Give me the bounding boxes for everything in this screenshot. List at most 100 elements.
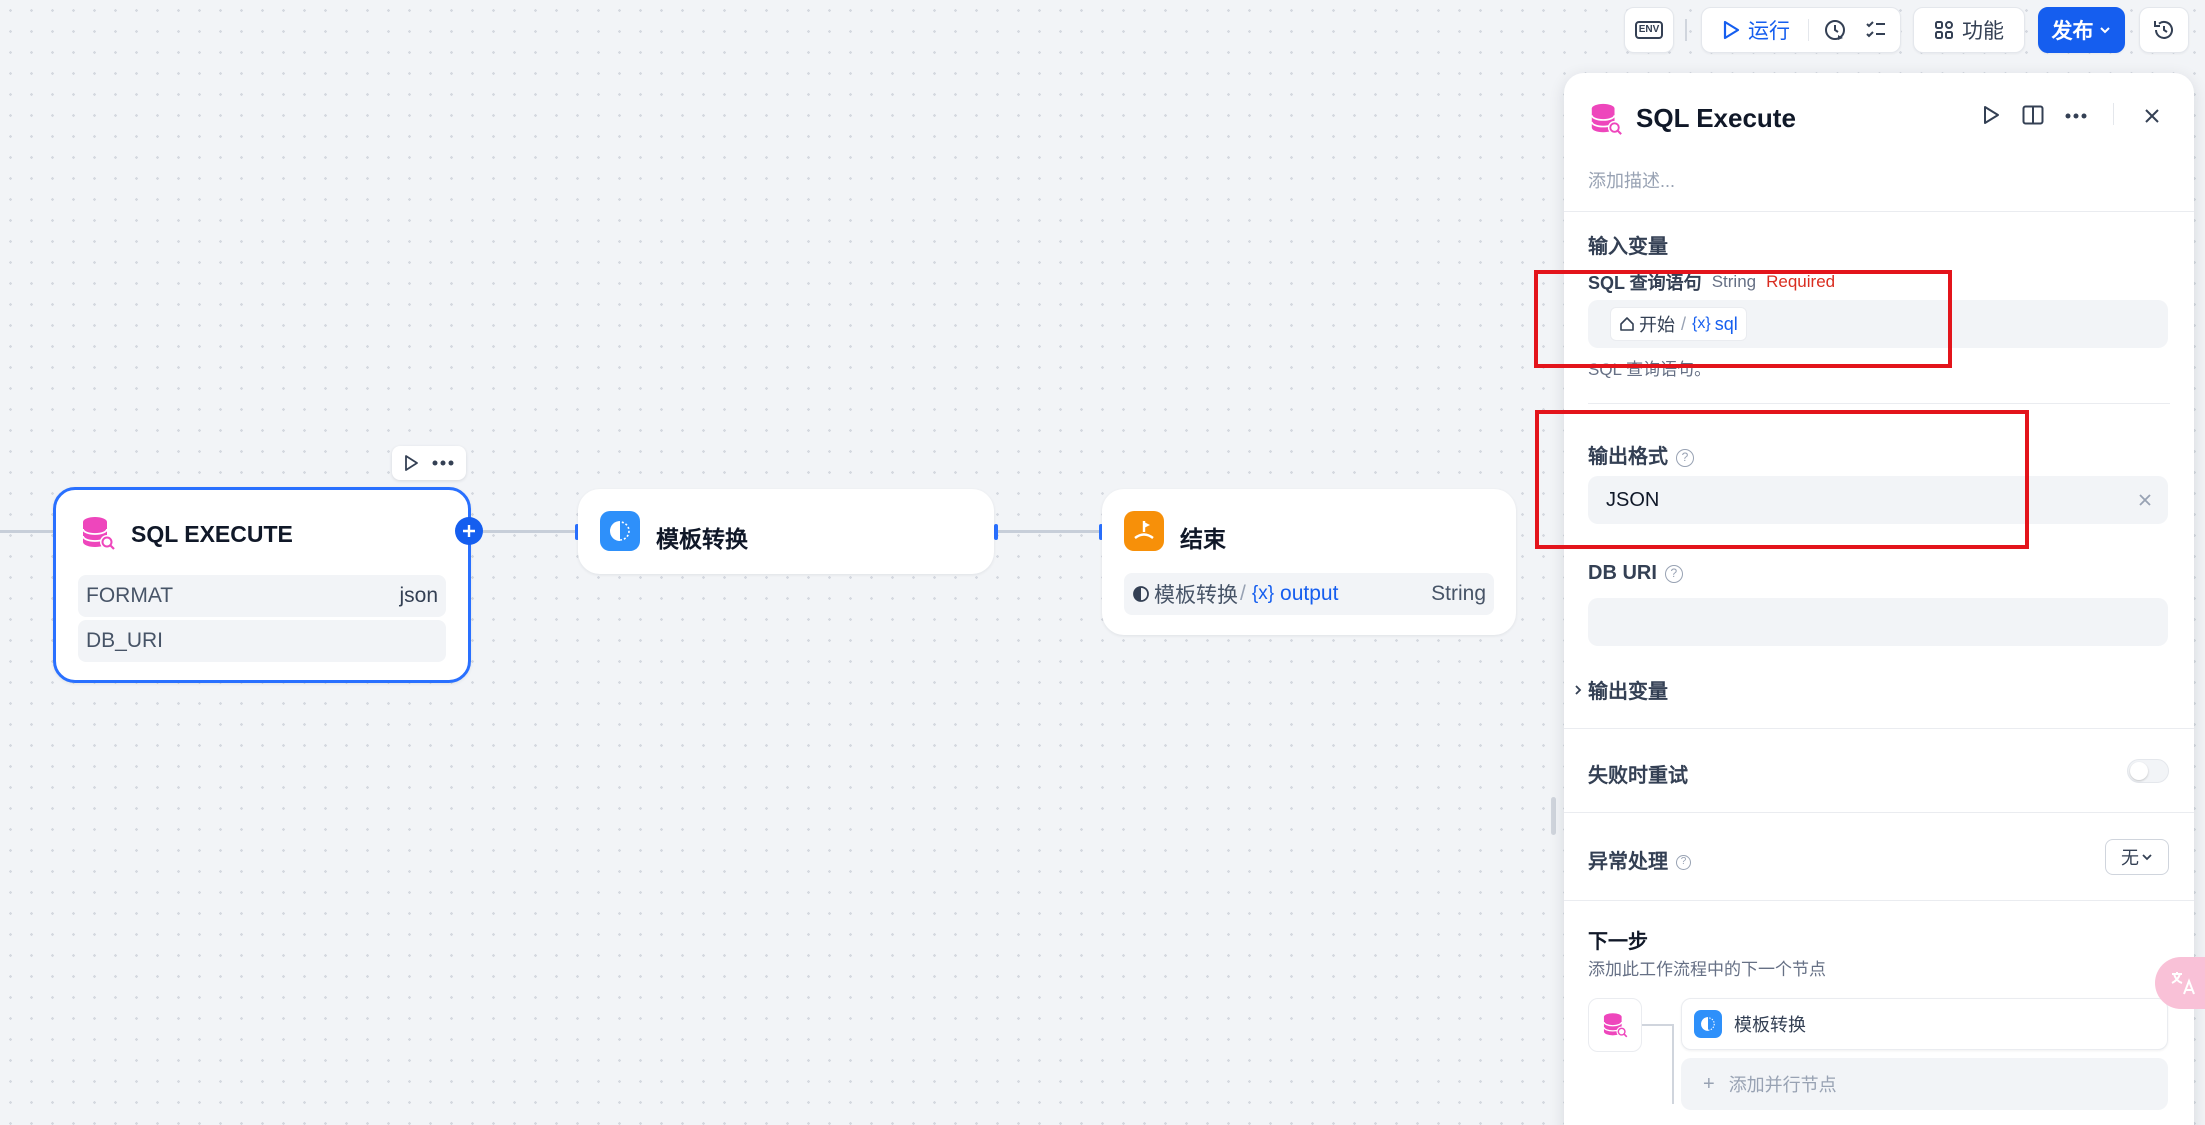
sql-variable-chip[interactable]: 开始 / {x} sql: [1610, 307, 1747, 341]
next-step-label: 下一步: [1588, 931, 1648, 953]
apps-icon: [1935, 21, 1953, 39]
incoming-edge: [0, 530, 54, 533]
error-handling-text: 异常处理: [1588, 851, 1668, 873]
help-book-icon[interactable]: [2022, 105, 2044, 125]
divider-5: [1564, 812, 2194, 813]
chip-variable-icon: {x}: [1692, 315, 1711, 332]
output-format-value: JSON: [1606, 488, 1660, 511]
end-var-sep: /: [1240, 582, 1246, 605]
output-format-select[interactable]: JSON: [1588, 476, 2168, 524]
checklist-icon[interactable]: [1865, 19, 1887, 41]
end-output-variable-row: 模板转换 / {x} output String: [1124, 573, 1494, 615]
db-uri-text: DB URI: [1588, 562, 1657, 584]
more-icon[interactable]: [432, 460, 454, 466]
sql-param-header: SQL 查询语句 String Required: [1588, 269, 1835, 295]
help-icon[interactable]: ?: [1664, 564, 1683, 583]
sql-execute-node[interactable]: SQL EXECUTE FORMAT json DB_URI: [53, 487, 471, 683]
node-actions-toolbar: [392, 446, 466, 480]
output-format-label: 输出格式?: [1588, 440, 1694, 469]
run-toolbar-group: 运行: [1701, 7, 1901, 53]
run-label: 运行: [1748, 20, 1790, 43]
next-node-item[interactable]: 模板转换: [1681, 998, 2168, 1050]
sql-node-title: SQL EXECUTE: [131, 521, 293, 547]
toolbar-divider: [1685, 19, 1687, 41]
edge-template-to-end: [998, 530, 1102, 533]
help-icon[interactable]: ?: [1676, 855, 1691, 871]
toggle-knob: [2130, 762, 2148, 780]
divider-1: [1564, 211, 2194, 212]
current-node-icon-box: [1588, 998, 1642, 1052]
features-button[interactable]: 功能: [1913, 7, 2025, 53]
plus-icon: +: [1703, 1072, 1715, 1095]
sql-node-format-row: FORMAT json: [78, 575, 446, 617]
db-uri-input[interactable]: [1588, 598, 2168, 646]
header-divider: [2113, 103, 2114, 125]
node-settings-panel: SQL Execute 添加描述... 输入变量 SQL 查询语句 String…: [1564, 73, 2194, 1125]
template-icon: [1694, 1010, 1722, 1038]
edge-sql-to-template: [483, 530, 578, 533]
database-icon: [78, 513, 118, 553]
chip-separator: /: [1681, 313, 1687, 334]
chevron-down-icon: [2142, 854, 2152, 861]
help-icon[interactable]: ?: [1676, 448, 1694, 467]
sql-variable-selector[interactable]: 开始 / {x} sql: [1588, 300, 2168, 348]
home-icon: [1620, 317, 1634, 331]
retry-toggle[interactable]: [2127, 759, 2169, 783]
add-next-node-button[interactable]: [455, 517, 483, 545]
sql-param-name: SQL 查询语句: [1588, 273, 1702, 293]
sql-param-hint: SQL 查询语句。: [1588, 360, 1712, 379]
divider-3: [1588, 673, 2170, 674]
more-options-icon[interactable]: [2065, 113, 2087, 119]
next-step-description: 添加此工作流程中的下一个节点: [1588, 960, 1826, 979]
chip-variable-name: sql: [1714, 313, 1738, 334]
publish-button[interactable]: 发布: [2038, 7, 2125, 53]
panel-resize-handle[interactable]: [1551, 797, 1556, 835]
run-step-icon[interactable]: [1982, 105, 2000, 125]
close-icon[interactable]: [2144, 108, 2160, 124]
error-handling-value: 无: [2121, 848, 2139, 868]
run-node-icon[interactable]: [404, 455, 418, 471]
output-format-text: 输出格式: [1588, 446, 1668, 468]
chevron-down-icon: [2099, 27, 2110, 34]
add-parallel-label: 添加并行节点: [1728, 1075, 1837, 1095]
add-parallel-node-button[interactable]: + 添加并行节点: [1681, 1058, 2168, 1110]
translate-float-button[interactable]: [2155, 957, 2205, 1009]
history-icon: [2154, 20, 2173, 39]
input-variables-label: 输入变量: [1588, 236, 1668, 258]
sql-node-dburi-row: DB_URI: [78, 620, 446, 662]
env-button[interactable]: ENV: [1624, 7, 1674, 53]
end-var-source: 模板转换: [1154, 584, 1238, 607]
run-history-icon[interactable]: [1823, 18, 1847, 42]
template-small-icon: [1133, 586, 1149, 602]
template-icon: [600, 511, 640, 551]
end-node-title: 结束: [1180, 526, 1226, 552]
end-node[interactable]: 结束 模板转换 / {x} output String: [1102, 489, 1516, 635]
end-var-name: output: [1280, 582, 1339, 605]
dburi-key: DB_URI: [86, 629, 164, 652]
env-icon: ENV: [1634, 21, 1664, 39]
description-input[interactable]: 添加描述...: [1588, 167, 1675, 193]
output-variables-toggle[interactable]: 输出变量: [1572, 675, 1668, 704]
output-variables-label: 输出变量: [1588, 681, 1668, 703]
version-history-button[interactable]: [2139, 7, 2189, 53]
end-var-type: String: [1431, 582, 1486, 605]
panel-title[interactable]: SQL Execute: [1636, 103, 1796, 134]
divider-6: [1564, 900, 2194, 901]
clear-icon[interactable]: [2138, 493, 2152, 507]
next-step-connector: [1642, 1024, 1672, 1026]
db-uri-label: DB URI?: [1588, 562, 1683, 585]
features-label: 功能: [1962, 20, 2004, 43]
chevron-right-icon: [1575, 684, 1582, 695]
run-button[interactable]: 运行: [1722, 15, 1790, 45]
divider-4: [1564, 728, 2194, 729]
panel-database-icon: [1588, 101, 1624, 142]
template-transform-node[interactable]: 模板转换: [578, 489, 994, 574]
end-icon: [1124, 511, 1164, 551]
publish-label: 发布: [2051, 20, 2094, 43]
divider-2: [1588, 403, 2170, 404]
plus-icon: [463, 525, 475, 537]
sql-param-required: Required: [1766, 272, 1836, 291]
retry-label: 失败时重试: [1588, 765, 1688, 787]
error-handling-select[interactable]: 无: [2105, 839, 2169, 875]
play-icon: [1723, 20, 1740, 40]
